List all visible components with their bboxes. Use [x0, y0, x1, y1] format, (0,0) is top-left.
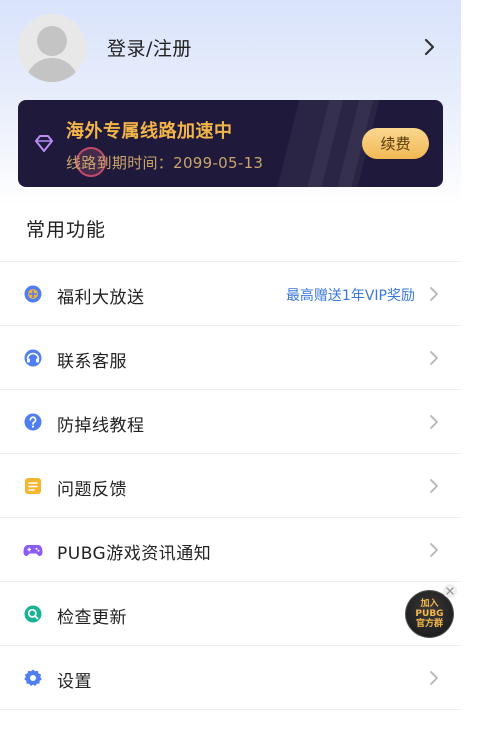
avatar-body — [25, 58, 79, 82]
app-screen: 登录/注册 海外专属线路加速中 线路到期时间：2099-05-13 续费 常用功… — [0, 0, 461, 749]
badge-line: 官方群 — [415, 619, 443, 629]
menu-label: PUBG游戏资讯通知 — [57, 544, 212, 564]
login-register-link[interactable]: 登录/注册 — [107, 34, 192, 61]
right-margin — [461, 0, 477, 749]
gear-icon — [23, 668, 43, 688]
menu-item-anti-disconnect[interactable]: 防掉线教程 — [0, 390, 461, 454]
menu-label: 问题反馈 — [57, 480, 127, 500]
chevron-right-icon — [425, 346, 443, 370]
chevron-right-icon — [425, 538, 443, 562]
customer-service-icon — [23, 348, 43, 368]
chevron-right-icon — [425, 474, 443, 498]
menu-item-feedback[interactable]: 问题反馈 — [0, 454, 461, 518]
chevron-right-icon — [425, 666, 443, 690]
profile-header[interactable]: 登录/注册 — [0, 0, 461, 98]
promo-text[interactable]: 最高赠送1年VIP奖励 — [286, 285, 415, 305]
badge-line: 加入 — [420, 599, 439, 609]
menu-item-pubg-news[interactable]: PUBG游戏资讯通知 — [0, 518, 461, 582]
gift-globe-icon — [23, 284, 43, 304]
menu-item-welfare[interactable]: 福利大放送 最高赠送1年VIP奖励 — [0, 262, 461, 326]
chevron-right-icon — [425, 410, 443, 434]
menu-item-customer-service[interactable]: 联系客服 — [0, 326, 461, 390]
menu-item-settings[interactable]: 设置 — [0, 646, 461, 710]
vip-title: 海外专属线路加速中 — [66, 121, 233, 142]
gamepad-icon — [23, 540, 43, 560]
chevron-right-icon[interactable] — [418, 34, 442, 60]
menu-item-check-update[interactable]: 检查更新 — [0, 582, 461, 646]
menu-label: 福利大放送 — [57, 288, 145, 308]
renew-button[interactable]: 续费 — [362, 128, 429, 159]
vip-banner[interactable]: 海外专属线路加速中 线路到期时间：2099-05-13 续费 — [18, 100, 443, 187]
avatar[interactable] — [18, 14, 86, 82]
menu-label: 检查更新 — [57, 608, 127, 628]
menu-label: 防掉线教程 — [57, 416, 145, 436]
update-search-icon — [23, 604, 43, 624]
feedback-note-icon — [23, 476, 43, 496]
menu-label: 联系客服 — [57, 352, 127, 372]
badge-line: PUBG — [415, 609, 444, 619]
section-title: 常用功能 — [26, 219, 107, 241]
avatar-head — [37, 26, 67, 56]
help-question-icon — [23, 412, 43, 432]
menu-label: 设置 — [57, 672, 92, 692]
chevron-right-icon — [425, 282, 443, 306]
vip-expiry: 线路到期时间：2099-05-13 — [66, 154, 264, 172]
diamond-icon — [33, 134, 55, 154]
close-icon[interactable] — [443, 584, 457, 598]
